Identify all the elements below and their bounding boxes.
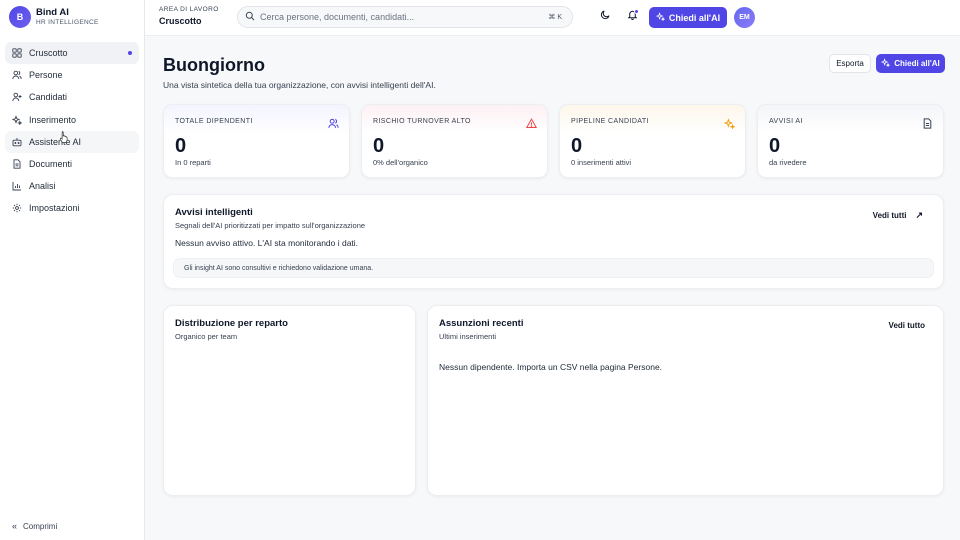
- document-icon: [922, 116, 933, 129]
- topbar: AREA DI LAVORO Cruscotto ⌘ K Chiedi all'…: [145, 0, 960, 36]
- sparkles-icon: [655, 12, 669, 23]
- sidebar-item-impostazioni[interactable]: Impostazioni: [5, 197, 139, 219]
- kpi-card-total-employees: TOTALE DIPENDENTI 0 In 0 reparti: [163, 104, 350, 178]
- users-icon: [328, 116, 339, 128]
- brand-logo: B: [9, 6, 31, 28]
- kpi-card-candidate-pipeline: PIPELINE CANDIDATI 0 0 inserimenti attiv…: [559, 104, 746, 178]
- sparkles-icon: [12, 114, 22, 125]
- sidebar-item-cruscotto[interactable]: Cruscotto: [5, 42, 139, 64]
- collapse-label: Comprimi: [23, 521, 58, 531]
- chevrons-left-icon: «: [12, 521, 18, 531]
- theme-toggle-button[interactable]: [598, 9, 612, 23]
- kpi-value: 0: [571, 135, 583, 157]
- link-label: Vedi tutti: [872, 211, 907, 220]
- empty-state-text: Nessun avviso attivo. L'AI sta monitoran…: [175, 238, 359, 248]
- moon-icon: [600, 7, 611, 25]
- sparkles-icon: [880, 58, 894, 69]
- sidebar-item-label: Documenti: [29, 158, 73, 169]
- sidebar-item-label: Candidati: [29, 92, 68, 103]
- sidebar-item-candidati[interactable]: Candidati: [5, 86, 139, 108]
- ask-ai-label: Chiedi all'AI: [668, 12, 721, 23]
- ask-ai-label: Chiedi all'AI: [894, 59, 940, 68]
- search-shortcut: ⌘ K: [548, 14, 562, 21]
- kpi-subtext: da rivedere: [769, 158, 807, 167]
- kpi-value: 0: [175, 135, 187, 157]
- sidebar: B Bind AI HR INTELLIGENCE Cruscotto Pers…: [0, 0, 145, 540]
- kpi-label: TOTALE DIPENDENTI: [175, 118, 253, 125]
- warning-icon: [525, 116, 538, 128]
- sidebar-item-label: Inserimento: [29, 114, 77, 125]
- sidebar-nav: Cruscotto Persone Candidati Inserimento: [5, 42, 139, 220]
- mouse-cursor: [60, 130, 68, 143]
- active-indicator: [128, 51, 132, 55]
- recent-hires-card: Assunzioni recenti Ultimi inserimenti Ve…: [427, 305, 944, 496]
- gear-icon: [12, 203, 22, 213]
- user-plus-icon: [12, 92, 22, 102]
- kpi-value: 0: [769, 135, 781, 157]
- card-subtitle: Organico per team: [175, 332, 238, 341]
- page-title: Buongiorno: [163, 55, 265, 75]
- view-all-alerts-link[interactable]: Vedi tutti ↗: [873, 210, 923, 221]
- kpi-subtext: 0 inserimenti attivi: [571, 158, 632, 167]
- search-input[interactable]: [260, 12, 530, 22]
- avatar[interactable]: EM: [734, 7, 755, 28]
- notifications-button[interactable]: [625, 9, 639, 23]
- smart-alerts-card: Avvisi intelligenti Segnali dell'AI prio…: [163, 194, 944, 289]
- brand-name: Bind AI: [36, 6, 69, 18]
- brand[interactable]: B Bind AI HR INTELLIGENCE: [9, 6, 99, 28]
- page-subtitle: Una vista sintetica della tua organizzaz…: [163, 80, 436, 90]
- bot-icon: [12, 137, 22, 147]
- sidebar-item-label: Analisi: [29, 181, 56, 192]
- department-distribution-card: Distribuzione per reparto Organico per t…: [163, 305, 416, 496]
- sidebar-item-inserimento[interactable]: Inserimento: [5, 109, 139, 131]
- ai-disclaimer: Gli insight AI sono consultivi e richied…: [173, 258, 934, 278]
- kpi-card-turnover-risk: RISCHIO TURNOVER ALTO 0 0% dell'organico: [361, 104, 548, 178]
- users-icon: [12, 70, 22, 80]
- kpi-subtext: 0% dell'organico: [373, 158, 428, 167]
- card-subtitle: Segnali dell'AI prioritizzati per impatt…: [175, 221, 366, 230]
- kpi-card-ai-alerts: AVVISI AI 0 da rivedere: [757, 104, 944, 178]
- view-all-hires-link[interactable]: Vedi tutto: [889, 321, 925, 330]
- workspace-title: Cruscotto: [159, 15, 202, 26]
- sidebar-item-documenti[interactable]: Documenti: [5, 153, 139, 175]
- card-title: Distribuzione per reparto: [175, 318, 288, 329]
- sidebar-item-persone[interactable]: Persone: [5, 64, 139, 86]
- sidebar-item-label: Assistente AI: [29, 136, 82, 147]
- kpi-label: AVVISI AI: [769, 118, 803, 125]
- card-title: Assunzioni recenti: [439, 318, 524, 329]
- sidebar-item-label: Impostazioni: [29, 203, 80, 214]
- notification-badge: [634, 9, 639, 14]
- sidebar-item-assistente-ai[interactable]: Assistente AI: [5, 130, 139, 153]
- dashboard-icon: [12, 48, 22, 58]
- disclaimer-text: Gli insight AI sono consultivi e richied…: [184, 264, 374, 272]
- sidebar-item-label: Cruscotto: [29, 48, 68, 58]
- search-icon: [245, 8, 255, 26]
- kpi-label: PIPELINE CANDIDATI: [571, 118, 649, 125]
- collapse-sidebar-button[interactable]: « Comprimi: [12, 521, 57, 531]
- workspace-label: AREA DI LAVORO: [159, 6, 219, 13]
- card-title: Avvisi intelligenti: [175, 207, 253, 218]
- search-bar[interactable]: ⌘ K: [237, 6, 573, 28]
- card-subtitle: Ultimi inserimenti: [439, 332, 497, 341]
- arrow-up-right-icon: ↗: [915, 210, 923, 220]
- empty-state-text: Nessun dipendente. Importa un CSV nella …: [439, 362, 663, 372]
- link-label: Vedi tutto: [888, 321, 925, 330]
- export-button[interactable]: Esporta: [829, 54, 871, 73]
- ask-ai-button[interactable]: Chiedi all'AI: [649, 7, 727, 28]
- kpi-value: 0: [373, 135, 385, 157]
- sparkles-icon: [723, 116, 736, 130]
- kpi-subtext: In 0 reparti: [175, 158, 211, 167]
- sidebar-item-label: Persone: [29, 70, 63, 81]
- document-icon: [12, 159, 22, 169]
- ask-ai-button-main[interactable]: Chiedi all'AI: [876, 54, 945, 73]
- kpi-label: RISCHIO TURNOVER ALTO: [373, 118, 471, 125]
- chart-icon: [12, 181, 22, 191]
- workspace-indicator: AREA DI LAVORO Cruscotto: [159, 6, 219, 26]
- sidebar-item-analisi[interactable]: Analisi: [5, 175, 139, 197]
- brand-tagline: HR INTELLIGENCE: [36, 19, 99, 26]
